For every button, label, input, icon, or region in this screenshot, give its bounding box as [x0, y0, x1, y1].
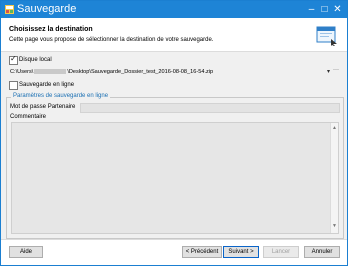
destination-path-text: C:\Users\ \Desktop\Sauvegarde_Dossier_tes…	[10, 69, 214, 75]
comment-scrollbar[interactable]: ▲ ▼	[330, 123, 338, 233]
minimize-button[interactable]: –	[306, 3, 317, 16]
comment-textarea[interactable]: ▲ ▼	[11, 122, 339, 234]
wizard-header: Choisissez la destination Cette page vou…	[1, 18, 347, 52]
cancel-button[interactable]: Annuler	[304, 246, 340, 258]
redacted-username	[34, 69, 67, 75]
password-label: Mot de passe Partenaire	[10, 104, 76, 110]
wizard-content: ✓ Disque local C:\Users\ \Desktop\Sauvega…	[1, 52, 347, 239]
online-backup-checkbox[interactable]	[9, 81, 18, 90]
scroll-down-icon[interactable]: ▼	[331, 223, 338, 230]
local-disk-checkbox[interactable]: ✓	[9, 54, 18, 65]
destination-window-icon	[316, 26, 337, 46]
window-title: Sauvegarde	[17, 3, 77, 15]
next-button[interactable]: Suivant >	[223, 246, 259, 258]
password-input[interactable]	[80, 103, 340, 113]
page-title: Choisissez la destination	[9, 26, 93, 33]
local-disk-label: Disque local	[19, 57, 52, 63]
online-backup-label: Sauvegarde en ligne	[19, 82, 75, 88]
start-button[interactable]: Lancer	[263, 246, 299, 258]
previous-button[interactable]: < Précédent	[182, 246, 222, 258]
close-button[interactable]: ✕	[332, 3, 343, 16]
checkmark-icon: ✓	[10, 54, 17, 63]
chevron-down-icon[interactable]: ▾	[327, 68, 330, 75]
browse-button[interactable]: ···	[333, 67, 339, 73]
app-icon	[5, 5, 14, 14]
online-params-group: Paramètres de sauvegarde en ligne Mot de…	[6, 93, 344, 239]
maximize-button[interactable]: □	[319, 3, 330, 16]
scroll-up-icon[interactable]: ▲	[331, 125, 338, 132]
comment-label: Commentaire	[10, 114, 47, 120]
help-button[interactable]: Aide	[9, 246, 43, 258]
destination-path-combobox[interactable]: C:\Users\ \Desktop\Sauvegarde_Dossier_tes…	[9, 67, 340, 77]
wizard-footer: Aide < Précédent Suivant > Lancer Annule…	[1, 239, 347, 265]
page-subtitle: Cette page vous propose de sélectionner …	[9, 37, 214, 43]
backup-wizard-window: Sauvegarde – □ ✕ Choisissez la destinati…	[0, 0, 348, 266]
online-params-legend: Paramètres de sauvegarde en ligne	[11, 93, 111, 99]
title-bar[interactable]: Sauvegarde – □ ✕	[1, 1, 347, 18]
